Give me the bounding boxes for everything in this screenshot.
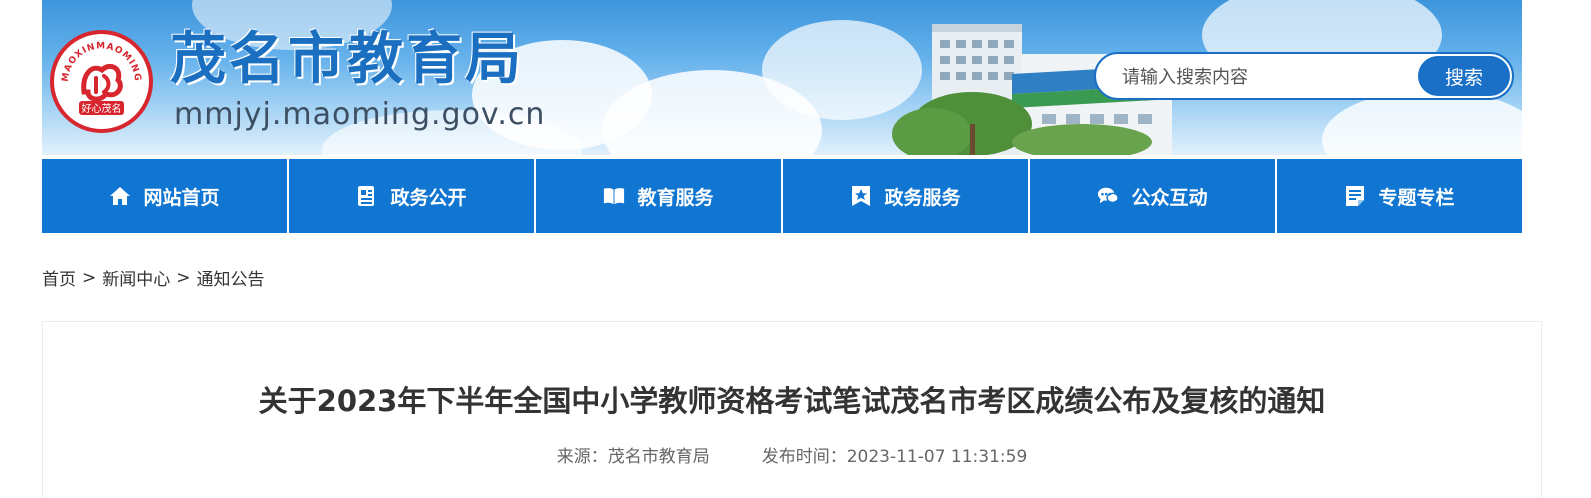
site-banner: MAOXINMAOMING 好心茂名 茂名市教育局 mmjyj.maoming.… xyxy=(42,0,1522,155)
star-badge-icon xyxy=(850,185,872,207)
breadcrumb-link-notices[interactable]: 通知公告 xyxy=(197,265,265,290)
book-icon xyxy=(603,185,625,207)
article-panel: 关于2023年下半年全国中小学教师资格考试笔试茂名市考区成绩公布及复核的通知 来… xyxy=(42,321,1542,498)
publish-label: 发布时间： xyxy=(761,447,847,467)
nav-item-label: 网站首页 xyxy=(143,186,220,209)
publish-value: 2023-11-07 11:31:59 xyxy=(846,447,1028,467)
site-title[interactable]: 茂名市教育局 xyxy=(170,30,524,90)
search-button[interactable]: 搜索 xyxy=(1418,56,1510,96)
main-nav: 网站首页 政务公开 教育服务 政务服务 公众互动 专题专栏 xyxy=(42,159,1522,233)
source-label: 来源： xyxy=(556,447,608,467)
nav-item-label: 政务服务 xyxy=(884,186,961,209)
breadcrumb-link-home[interactable]: 首页 xyxy=(42,265,76,290)
article-publish-time: 发布时间：2023-11-07 11:31:59 xyxy=(762,442,1028,467)
breadcrumb-separator: > xyxy=(176,267,191,288)
site-domain: mmjyj.maoming.gov.cn xyxy=(174,97,546,132)
home-icon xyxy=(109,185,131,207)
svg-text:MAOXINMAOMING: MAOXINMAOMING xyxy=(61,41,142,82)
search-input[interactable] xyxy=(1122,66,1402,88)
nav-item-home[interactable]: 网站首页 xyxy=(42,159,289,233)
article-meta: 来源：茂名市教育局 发布时间：2023-11-07 11:31:59 xyxy=(43,442,1541,467)
article-title: 关于2023年下半年全国中小学教师资格考试笔试茂名市考区成绩公布及复核的通知 xyxy=(258,384,1326,418)
nav-item-label: 专题专栏 xyxy=(1378,186,1455,209)
article-source: 来源：茂名市教育局 xyxy=(557,442,710,467)
nav-item-education-services[interactable]: 教育服务 xyxy=(536,159,783,233)
nav-item-label: 政务公开 xyxy=(390,186,467,209)
nav-item-label: 教育服务 xyxy=(637,186,714,209)
logo-emblem-icon: MAOXINMAOMING 好心茂名 xyxy=(61,41,142,115)
chat-icon xyxy=(1097,185,1120,207)
logo-text-bottom: 好心茂名 xyxy=(82,102,122,115)
nav-item-government-services[interactable]: 政务服务 xyxy=(783,159,1030,233)
breadcrumb-separator: > xyxy=(82,267,97,288)
nav-item-government-affairs[interactable]: 政务公开 xyxy=(289,159,536,233)
document-icon xyxy=(356,185,378,207)
nav-item-special-topics[interactable]: 专题专栏 xyxy=(1277,159,1522,233)
search-bar: 搜索 xyxy=(1094,52,1514,100)
nav-item-label: 公众互动 xyxy=(1131,186,1208,209)
city-logo[interactable]: MAOXINMAOMING 好心茂名 xyxy=(50,30,153,133)
breadcrumb-link-news-center[interactable]: 新闻中心 xyxy=(102,265,170,290)
logo-text-top: MAOXINMAOMING xyxy=(61,41,141,82)
breadcrumb: 首页 > 新闻中心 > 通知公告 xyxy=(42,265,265,291)
notepad-icon xyxy=(1344,185,1366,207)
nav-item-public-interaction[interactable]: 公众互动 xyxy=(1030,159,1277,233)
source-value: 茂名市教育局 xyxy=(607,447,710,467)
